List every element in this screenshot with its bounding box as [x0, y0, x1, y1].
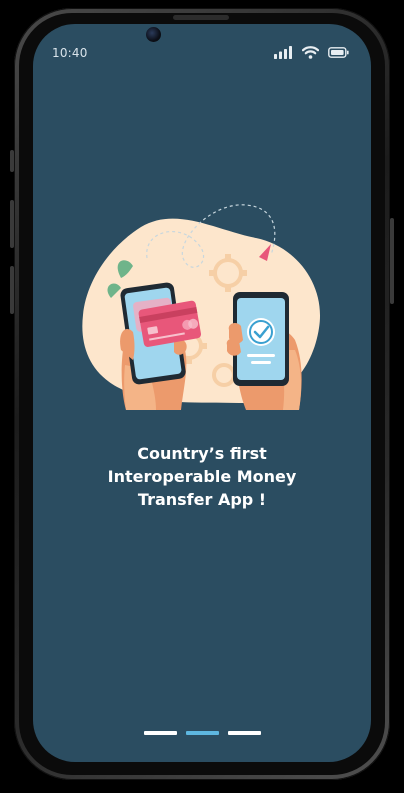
headline-line: Transfer App !: [137, 490, 267, 509]
power-button: [390, 218, 394, 304]
signal-icon: [274, 46, 292, 59]
volume-down-button: [10, 266, 14, 314]
page-indicator-step-3[interactable]: [228, 731, 261, 735]
page-indicator-step-1[interactable]: [144, 731, 177, 735]
front-camera: [146, 27, 161, 42]
headline-line: Country’s first: [137, 444, 267, 463]
onboarding-headline: Country’s first Interoperable Money Tran…: [33, 442, 371, 511]
wifi-icon: [302, 46, 319, 59]
headline-line: Interoperable Money: [107, 467, 297, 486]
page-indicator-step-2[interactable]: [186, 731, 219, 735]
page-indicator: [144, 731, 261, 735]
status-bar: 10:40: [33, 24, 371, 68]
status-time: 10:40: [52, 46, 88, 60]
onboarding-screen: 10:40 Country’s first Interoperable Mone…: [33, 24, 371, 762]
action-button: [10, 150, 14, 172]
battery-icon: [328, 47, 349, 58]
money-transfer-illustration: [82, 204, 321, 410]
volume-up-button: [10, 200, 14, 248]
status-icons: [274, 46, 349, 59]
earpiece-speaker: [173, 15, 229, 20]
